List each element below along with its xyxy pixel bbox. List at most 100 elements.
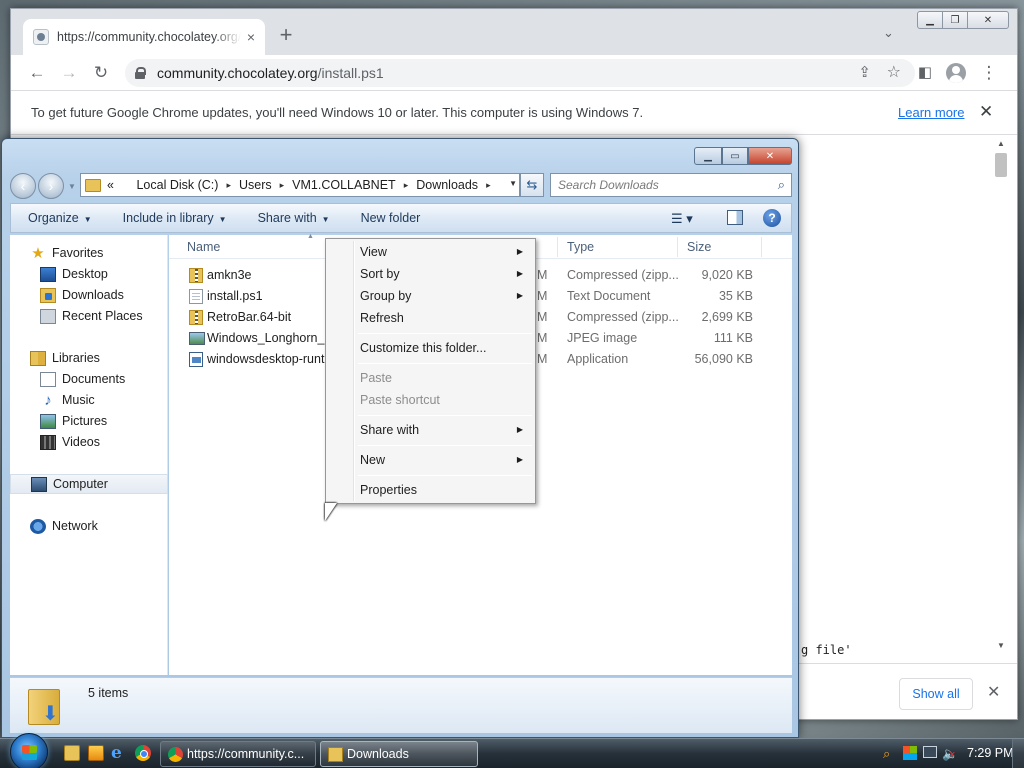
nav-music[interactable]: ♪ Music (10, 390, 168, 410)
lock-icon[interactable] (135, 67, 146, 79)
nav-computer[interactable]: Computer (10, 474, 168, 494)
tray-search-icon[interactable]: ⌕ (883, 746, 890, 762)
explorer-search-input[interactable]: Search Downloads ⌕ (550, 173, 792, 197)
nav-network[interactable]: Network (10, 516, 168, 536)
omnibox-url[interactable]: community.chocolatey.org/install.ps1 (157, 65, 384, 81)
show-desktop-button[interactable] (1012, 739, 1024, 768)
page-scrollbar-thumb[interactable] (995, 153, 1007, 177)
nav-libraries[interactable]: Libraries (10, 348, 168, 368)
explorer-back-icon[interactable]: ‹ (10, 173, 36, 199)
scroll-up-arrow-icon[interactable]: ▲ (997, 139, 1005, 148)
menu-label: Paste (360, 371, 392, 385)
start-button[interactable] (10, 733, 48, 768)
menu-item-customize-folder[interactable]: Customize this folder... (328, 337, 533, 359)
column-divider[interactable] (761, 237, 762, 257)
preview-pane-icon[interactable] (727, 210, 743, 225)
column-header-size[interactable]: Size (687, 240, 711, 254)
new-tab-button[interactable]: + (273, 23, 299, 49)
breadcrumb-local-disk[interactable]: Local Disk (C:) (136, 178, 218, 192)
nav-videos[interactable]: Videos (10, 432, 168, 452)
chrome-close-button[interactable]: ✕ (967, 11, 1009, 29)
column-header-type[interactable]: Type (567, 240, 594, 254)
details-status-bar: 5 items (10, 677, 792, 733)
address-omnibox[interactable]: community.chocolatey.org/install.ps1 ⇪ ☆ (125, 59, 915, 87)
taskbar-clock[interactable]: 7:29 PM (967, 746, 1014, 760)
column-divider[interactable] (557, 237, 558, 257)
network-globe-icon (30, 518, 46, 534)
breadcrumb-downloads[interactable]: Downloads (416, 178, 478, 192)
menu-item-share-with[interactable]: Share with ▶ (328, 419, 533, 441)
desktop-icon (40, 266, 56, 282)
nav-label: Desktop (62, 267, 108, 281)
quicklaunch-chrome-icon[interactable] (135, 745, 151, 761)
nav-recent-places[interactable]: Recent Places (10, 306, 168, 326)
organize-button[interactable]: Organize ▼ (28, 211, 92, 225)
tab-search-chevron-icon[interactable]: ⌄ (883, 25, 894, 41)
menu-item-new[interactable]: New ▶ (328, 449, 533, 471)
chrome-minimize-button[interactable]: ▁ (917, 11, 943, 29)
download-shelf-close-icon[interactable]: ✕ (987, 682, 1000, 702)
nav-pictures[interactable]: Pictures (10, 411, 168, 431)
breadcrumb-users[interactable]: Users (239, 178, 272, 192)
explorer-close-button[interactable]: ✕ (748, 147, 792, 165)
star-icon: ★ (31, 244, 45, 262)
column-header-name[interactable]: Name (187, 240, 220, 254)
recent-pages-dropdown-icon[interactable]: ▼ (68, 182, 76, 191)
infobar-close-icon[interactable]: ✕ (979, 102, 993, 122)
help-icon[interactable]: ? (763, 209, 781, 227)
column-divider[interactable] (677, 237, 678, 257)
menu-item-paste[interactable]: Paste (328, 367, 533, 389)
menu-item-refresh[interactable]: Refresh (328, 307, 533, 329)
breadcrumb-arrow-icon[interactable]: ▸ (280, 180, 285, 191)
breadcrumb-arrow-icon[interactable]: ▸ (226, 180, 231, 191)
back-arrow-icon[interactable]: ← (25, 61, 49, 85)
side-panel-icon[interactable]: ◧ (913, 61, 937, 85)
show-all-downloads-button[interactable]: Show all (899, 678, 973, 710)
chrome-tab[interactable]: https://community.chocolatey.org/install… (23, 19, 265, 55)
menu-item-view[interactable]: View ▶ (328, 241, 533, 263)
address-dropdown-icon[interactable]: ▼ (509, 179, 517, 188)
search-placeholder: Search Downloads (558, 178, 659, 192)
change-view-icon[interactable]: ☰ ▾ (671, 211, 693, 227)
breadcrumb-overflow[interactable]: « (107, 178, 114, 192)
reload-icon[interactable]: ↻ (89, 61, 113, 85)
volume-muted-icon[interactable]: 🔈 (942, 746, 958, 762)
explorer-minimize-button[interactable]: ▁ (694, 147, 722, 165)
tab-close-icon[interactable]: × (247, 29, 255, 45)
forward-arrow-icon[interactable]: → (57, 61, 81, 85)
profile-avatar-icon[interactable] (946, 63, 966, 83)
menu-item-paste-shortcut[interactable]: Paste shortcut (328, 389, 533, 411)
bookmark-star-icon[interactable]: ☆ (887, 62, 901, 82)
explorer-forward-icon[interactable]: › (38, 173, 64, 199)
explorer-maximize-button[interactable]: ▭ (722, 147, 748, 165)
taskbar-downloads-button[interactable]: Downloads (320, 741, 478, 767)
breadcrumb-arrow-icon[interactable]: ▸ (486, 180, 491, 191)
chrome-restore-button[interactable]: ❐ (942, 11, 968, 29)
menu-item-properties[interactable]: Properties (328, 479, 533, 501)
explorer-address-bar[interactable]: « ▸ Local Disk (C:) ▸ Users ▸ VM1.COLLAB… (80, 173, 520, 197)
menu-item-group-by[interactable]: Group by ▶ (328, 285, 533, 307)
nav-label: Computer (53, 477, 108, 491)
nav-desktop[interactable]: Desktop (10, 264, 168, 284)
scroll-down-arrow-icon[interactable]: ▼ (997, 641, 1005, 650)
action-center-flag-icon[interactable] (903, 746, 917, 760)
nav-downloads[interactable]: Downloads (10, 285, 168, 305)
share-icon[interactable]: ⇪ (858, 63, 871, 81)
share-with-button[interactable]: Share with ▼ (258, 211, 330, 225)
network-tray-icon[interactable] (923, 746, 937, 758)
new-folder-button[interactable]: New folder (361, 211, 421, 225)
quicklaunch-internet-explorer-icon[interactable]: e (111, 745, 127, 762)
taskbar-chrome-button[interactable]: https://community.c... (160, 741, 316, 767)
nav-documents[interactable]: Documents (10, 369, 168, 389)
menu-item-sort-by[interactable]: Sort by ▶ (328, 263, 533, 285)
explorer-refresh-icon[interactable]: ⇆ (520, 173, 544, 197)
breadcrumb-user[interactable]: VM1.COLLABNET (292, 178, 396, 192)
chrome-menu-kebab-icon[interactable]: ⋮ (977, 61, 1001, 85)
quicklaunch-media-player-icon[interactable] (88, 745, 104, 761)
search-icon[interactable]: ⌕ (778, 177, 785, 193)
learn-more-link[interactable]: Learn more (898, 105, 964, 120)
include-in-library-button[interactable]: Include in library ▼ (123, 211, 227, 225)
breadcrumb-arrow-icon[interactable]: ▸ (404, 180, 409, 191)
quicklaunch-explorer-icon[interactable] (64, 745, 80, 761)
nav-favorites[interactable]: ★ Favorites (10, 243, 168, 263)
